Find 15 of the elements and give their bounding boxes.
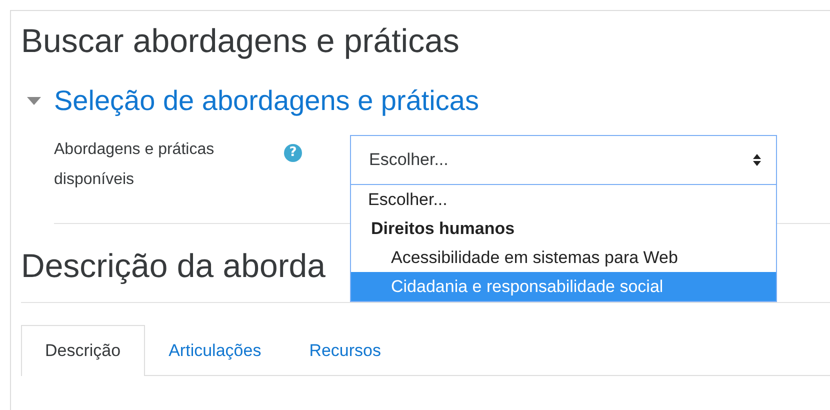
tab[interactable]: Recursos	[285, 325, 406, 376]
tab[interactable]: Articulações	[144, 325, 286, 376]
help-icon[interactable]: ?	[284, 144, 302, 162]
dropdown-option[interactable]: Cidadania e responsabilidade social	[351, 272, 776, 301]
dropdown-option[interactable]: Acessibilidade em sistemas para Web	[351, 243, 776, 272]
sort-arrows-icon	[752, 153, 762, 167]
caret-icon[interactable]	[26, 96, 42, 106]
section-heading: Descrição da aborda	[21, 246, 326, 286]
dropdown-option[interactable]: Escolher...	[351, 185, 776, 214]
select-field[interactable]: Escolher...	[350, 135, 777, 185]
page-title: Buscar abordagens e práticas	[21, 21, 460, 61]
tab[interactable]: Descrição	[21, 325, 145, 376]
field-label: Abordagens e práticas disponíveis	[54, 140, 216, 190]
option-group-label: Direitos humanos	[370, 218, 516, 240]
section-title[interactable]: Seleção de abordagens e práticas	[54, 83, 479, 119]
